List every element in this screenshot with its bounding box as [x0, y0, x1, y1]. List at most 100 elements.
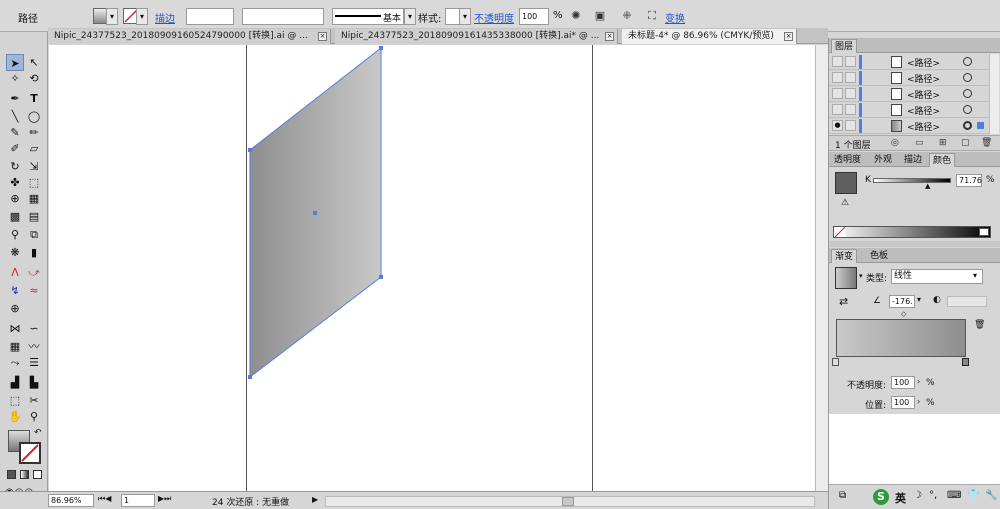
- k-value-field[interactable]: 71.76: [956, 174, 982, 187]
- scale-tool-icon[interactable]: ⇲: [25, 158, 43, 175]
- swap-fill-stroke-icon[interactable]: ↶: [34, 428, 42, 438]
- skin-icon[interactable]: 👕: [967, 490, 979, 501]
- align-tool-icon[interactable]: ☰: [25, 354, 43, 371]
- stroke-color-box[interactable]: [19, 442, 41, 464]
- slice-tool-icon[interactable]: ⬚: [6, 392, 24, 409]
- free-transform-icon[interactable]: ⬚: [25, 174, 43, 191]
- tab-document-3[interactable]: 未标题-4* @ 86.96% (CMYK/预览) ×: [622, 29, 797, 44]
- stop-opacity-arrow-icon[interactable]: ›: [917, 377, 920, 386]
- stroke-profile-dropdown[interactable]: 基本: [332, 8, 404, 25]
- stop-opacity-field[interactable]: 100: [891, 376, 915, 389]
- tab-gradient[interactable]: 渐变: [831, 249, 858, 263]
- gradient-tool-icon[interactable]: ▤: [25, 208, 43, 225]
- type-dropdown-icon[interactable]: ▾: [973, 271, 977, 280]
- stroke-link[interactable]: 描边: [155, 10, 175, 25]
- pencil-icon[interactable]: ✏: [25, 124, 43, 141]
- layer-row[interactable]: ● <路径>: [829, 118, 989, 134]
- rotate-tool-icon[interactable]: ↻: [6, 158, 24, 175]
- join-tool-icon[interactable]: ⤳: [6, 354, 24, 371]
- ellipse-tool-icon[interactable]: ◯: [25, 108, 43, 125]
- new-layer-icon[interactable]: ▢: [961, 138, 970, 148]
- moon-icon[interactable]: ☽: [913, 490, 922, 501]
- width-tool-icon[interactable]: ᐱ: [6, 264, 24, 281]
- paintbrush-icon[interactable]: ✎: [6, 124, 24, 141]
- ime-logo-icon[interactable]: S: [873, 489, 889, 505]
- graph-tool-icon[interactable]: ▟: [6, 374, 24, 391]
- visibility-toggle[interactable]: [832, 56, 843, 67]
- layer-row[interactable]: <路径>: [829, 102, 989, 118]
- hair-tool-icon[interactable]: 〰: [25, 338, 43, 355]
- gradient-preview-swatch[interactable]: [835, 267, 857, 289]
- zoom-field[interactable]: 86.96%: [48, 494, 94, 507]
- blend-tool-icon[interactable]: ⧉: [25, 226, 43, 243]
- type-tool-icon[interactable]: T: [25, 90, 43, 107]
- swatch-libraries-icon[interactable]: ⧉: [839, 490, 846, 501]
- mesh-tool-icon[interactable]: ▩: [6, 208, 24, 225]
- close-tab-icon[interactable]: ×: [784, 32, 793, 41]
- stroke-dropdown-icon[interactable]: ▾: [136, 8, 148, 25]
- align-grid-icon[interactable]: ▣: [593, 9, 607, 23]
- canvas-area[interactable]: [49, 45, 827, 491]
- angle-field[interactable]: -176.: [889, 295, 915, 308]
- zoom-tool-icon[interactable]: ⚲: [25, 408, 43, 425]
- flare-tool-icon[interactable]: ∽: [25, 320, 43, 337]
- gradient-slider[interactable]: [836, 319, 966, 357]
- transform-link[interactable]: 变换: [665, 10, 685, 25]
- target-circle-icon[interactable]: [963, 105, 972, 114]
- line-tool-icon[interactable]: ╲: [6, 108, 24, 125]
- tab-document-2[interactable]: Nipic_24377523_20180909161435338000 [转换]…: [335, 29, 618, 44]
- grid-tool-icon[interactable]: ▦: [6, 338, 24, 355]
- ime-language-label[interactable]: 英: [895, 490, 906, 506]
- stop-position-arrow-icon[interactable]: ›: [917, 397, 920, 406]
- lock-toggle[interactable]: [845, 88, 856, 99]
- visibility-toggle[interactable]: [832, 104, 843, 115]
- clipping-mask-icon[interactable]: ▭: [915, 138, 924, 148]
- k-slider-handle-icon[interactable]: ▲: [925, 182, 930, 190]
- warp-tool-icon[interactable]: ✤: [6, 174, 24, 191]
- target-circle-icon[interactable]: [963, 121, 972, 130]
- selected-art-indicator[interactable]: [977, 122, 984, 129]
- envelope-tool-icon[interactable]: ⋈: [6, 320, 24, 337]
- anchor-tool-icon[interactable]: ↯: [6, 282, 24, 299]
- visibility-toggle[interactable]: [832, 72, 843, 83]
- out-of-gamut-icon[interactable]: ⚠: [841, 198, 849, 208]
- aspect-ratio-field[interactable]: [947, 296, 987, 307]
- magic-wand-icon[interactable]: ✧: [6, 70, 24, 87]
- gradient-type-select[interactable]: 线性: [891, 269, 983, 284]
- symbol-sprayer-icon[interactable]: ❋: [6, 244, 24, 261]
- opacity-field[interactable]: 100: [519, 8, 549, 25]
- wrench-icon[interactable]: 🔧: [985, 490, 997, 501]
- new-sublayer-icon[interactable]: ⊞: [939, 138, 947, 148]
- angle-dropdown-icon[interactable]: ▾: [917, 295, 921, 304]
- gradient-stop-right[interactable]: [962, 358, 969, 366]
- next-artboard-icon[interactable]: ▶⏭: [158, 494, 171, 504]
- profile-dropdown-icon[interactable]: ▾: [404, 8, 416, 25]
- none-mode-icon[interactable]: [33, 470, 42, 479]
- reshape-tool-icon[interactable]: ⤻: [25, 264, 43, 281]
- layer-row[interactable]: <路径>: [829, 54, 989, 70]
- close-tab-icon[interactable]: ×: [605, 32, 614, 41]
- direct-selection-tool-icon[interactable]: ↖: [25, 54, 43, 71]
- gradient-mode-icon[interactable]: [20, 470, 29, 479]
- lock-toggle[interactable]: [845, 72, 856, 83]
- punctuation-icon[interactable]: °,: [929, 490, 937, 501]
- first-artboard-icon[interactable]: ⏮◀: [98, 494, 111, 504]
- stop-position-field[interactable]: 100: [891, 396, 915, 409]
- fill-dropdown-icon[interactable]: ▾: [106, 8, 118, 25]
- artboard-tool-icon[interactable]: ⊕: [6, 300, 24, 317]
- tab-layers[interactable]: 图层: [831, 39, 858, 53]
- keyboard-icon[interactable]: ⌨: [947, 490, 961, 501]
- white-swatch[interactable]: [979, 228, 989, 236]
- tab-stroke[interactable]: 描边: [901, 153, 925, 167]
- tab-appearance[interactable]: 外观: [871, 153, 895, 167]
- tab-transparency[interactable]: 透明度: [831, 153, 864, 167]
- opacity-link[interactable]: 不透明度: [474, 10, 514, 25]
- slice-graph-icon[interactable]: ▙: [25, 374, 43, 391]
- expand-icon[interactable]: ⛶: [645, 9, 659, 23]
- column-graph-icon[interactable]: ▮: [25, 244, 43, 261]
- tab-document-1[interactable]: Nipic_24377523_20180909160524790000 [转换]…: [48, 29, 331, 44]
- tab-color[interactable]: 颜色: [929, 153, 956, 167]
- artboard-number-field[interactable]: 1: [121, 494, 155, 507]
- style-dropdown-icon[interactable]: ▾: [459, 8, 471, 25]
- layer-row[interactable]: <路径>: [829, 70, 989, 86]
